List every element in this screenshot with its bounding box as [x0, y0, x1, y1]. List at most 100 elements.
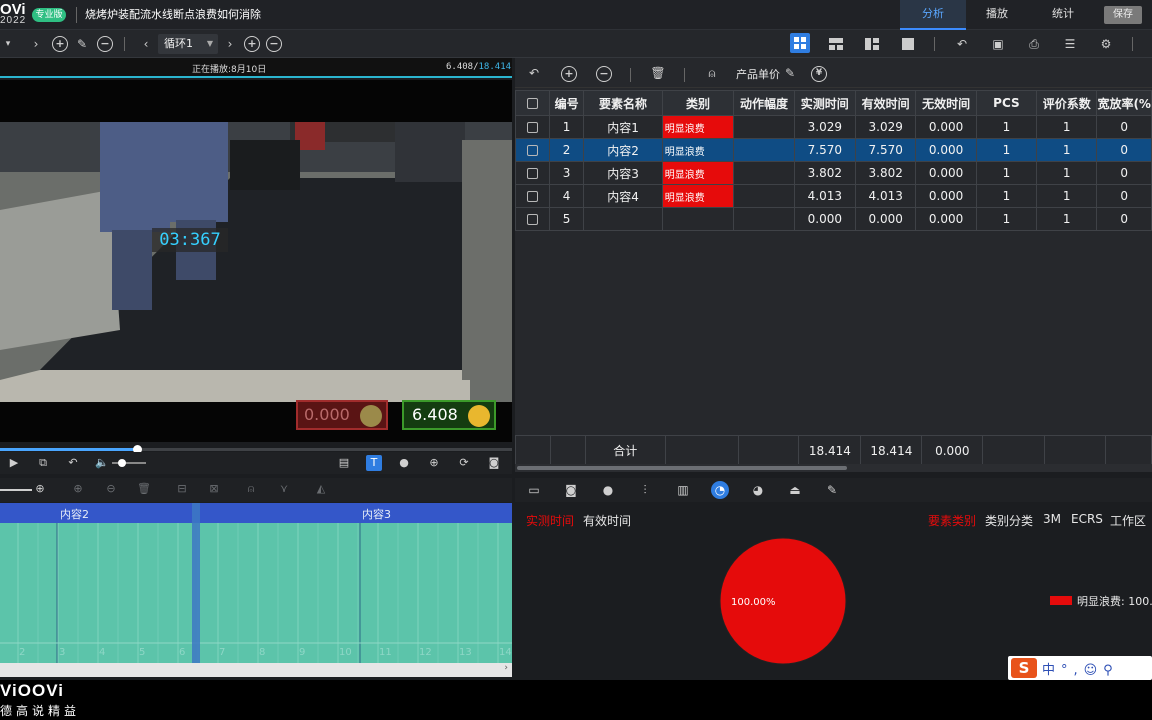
tab-stats[interactable]: 统计: [1030, 0, 1096, 30]
gear-icon[interactable]: ⚙: [1098, 36, 1114, 52]
cell-allow[interactable]: 0: [1096, 138, 1152, 162]
dropdown-caret-icon[interactable]: ▾: [0, 36, 16, 52]
cell-name[interactable]: 内容2: [583, 138, 663, 162]
cell-cat[interactable]: 明显浪费: [661, 161, 735, 185]
cell-allow[interactable]: 0: [1096, 184, 1152, 208]
select-all-checkbox[interactable]: [526, 98, 538, 109]
chevron-left-icon[interactable]: ‹: [138, 36, 154, 52]
cell-cat[interactable]: 明显浪费: [661, 184, 735, 208]
remove-loop-icon[interactable]: −: [266, 36, 282, 52]
timeline-segment-label[interactable]: 内容3: [362, 506, 391, 522]
camera-icon[interactable]: ◙: [486, 455, 502, 471]
cell-pcs[interactable]: 1: [975, 207, 1038, 231]
column-header[interactable]: 编号: [548, 90, 585, 116]
merge-icon[interactable]: ⋎: [276, 481, 292, 497]
cell-amp[interactable]: [733, 184, 795, 208]
currency-icon[interactable]: ¥: [811, 66, 827, 82]
column-header[interactable]: 要素名称: [583, 90, 663, 116]
microphone-icon[interactable]: ●: [396, 455, 412, 471]
text-mode-icon[interactable]: T: [366, 455, 382, 471]
cell-invalid[interactable]: 0.000: [915, 207, 977, 231]
ime-toolbar[interactable]: S 中°,☺⚲: [1008, 656, 1152, 680]
person-icon[interactable]: ⍝: [704, 65, 720, 81]
table-row[interactable]: 3 内容3 明显浪费 3.802 3.802 0.000 1 1 0: [515, 161, 1152, 185]
cell-name[interactable]: 内容1: [583, 115, 663, 139]
remove-circle-icon[interactable]: −: [97, 36, 113, 52]
cell-coef[interactable]: 1: [1036, 184, 1098, 208]
column-header[interactable]: PCS: [975, 90, 1038, 116]
microphone-icon[interactable]: ●: [599, 481, 617, 499]
row-checkbox[interactable]: [526, 168, 538, 179]
column-header[interactable]: 实测时间: [793, 90, 856, 116]
cell-cat[interactable]: [661, 207, 735, 231]
bar-chart-icon[interactable]: ▥: [674, 481, 692, 499]
cell-measured[interactable]: 0.000: [793, 207, 856, 231]
cell-no[interactable]: 3: [548, 161, 585, 185]
loop-select[interactable]: 循环1 ▼: [158, 34, 218, 54]
add-row-icon[interactable]: +: [561, 66, 577, 82]
cell-coef[interactable]: 1: [1036, 115, 1098, 139]
refresh-icon[interactable]: ⟳: [456, 455, 472, 471]
layout-grid-icon[interactable]: [790, 33, 810, 53]
print-icon[interactable]: ⎙: [1026, 36, 1042, 52]
timeline-segment-label[interactable]: 内容2: [60, 506, 89, 522]
row-checkbox-cell[interactable]: [515, 115, 550, 139]
row-checkbox[interactable]: [526, 214, 538, 225]
person-icon[interactable]: ⍝: [243, 481, 259, 497]
cell-pcs[interactable]: 1: [975, 184, 1038, 208]
add-circle-icon[interactable]: +: [52, 36, 68, 52]
cell-cat[interactable]: 明显浪费: [661, 138, 735, 162]
add-circle-icon[interactable]: ⊕: [70, 481, 86, 497]
cell-valid[interactable]: 3.029: [854, 115, 917, 139]
undo-icon[interactable]: ↶: [954, 36, 970, 52]
menu-icon[interactable]: ☰: [1062, 36, 1078, 52]
cell-invalid[interactable]: 0.000: [915, 184, 977, 208]
collapse-icon[interactable]: ⊟: [174, 481, 190, 497]
cell-name[interactable]: 内容3: [583, 161, 663, 185]
select-all-header[interactable]: [515, 90, 550, 116]
volume-icon[interactable]: 🔈: [94, 455, 110, 471]
cell-invalid[interactable]: 0.000: [915, 115, 977, 139]
cell-invalid[interactable]: 0.000: [915, 161, 977, 185]
cell-coef[interactable]: 1: [1036, 207, 1098, 231]
document-icon[interactable]: ▤: [336, 455, 352, 471]
remove-row-icon[interactable]: −: [596, 66, 612, 82]
cell-no[interactable]: 4: [548, 184, 585, 208]
remove-circle-icon[interactable]: ⊖: [103, 481, 119, 497]
row-checkbox-cell[interactable]: [515, 138, 550, 162]
column-header[interactable]: 动作幅度: [733, 90, 795, 116]
cell-invalid[interactable]: 0.000: [915, 138, 977, 162]
cell-pcs[interactable]: 1: [975, 161, 1038, 185]
tab-analysis[interactable]: 分析: [900, 0, 966, 30]
cell-allow[interactable]: 0: [1096, 115, 1152, 139]
row-checkbox[interactable]: [526, 191, 538, 202]
table-row[interactable]: 4 内容4 明显浪费 4.013 4.013 0.000 1 1 0: [515, 184, 1152, 208]
row-checkbox-cell[interactable]: [515, 161, 550, 185]
cell-coef[interactable]: 1: [1036, 138, 1098, 162]
timeline-zoom-slider[interactable]: [0, 489, 32, 491]
back-icon[interactable]: ↶: [65, 455, 81, 471]
cell-pcs[interactable]: 1: [975, 115, 1038, 139]
timeline-scrollbar[interactable]: ›: [0, 663, 512, 677]
cell-cat[interactable]: 明显浪费: [661, 115, 735, 139]
cell-measured[interactable]: 7.570: [793, 138, 856, 162]
close-box-icon[interactable]: ⊠: [206, 481, 222, 497]
layout-split-icon[interactable]: [828, 36, 844, 52]
product-price-label[interactable]: 产品单价: [736, 66, 780, 82]
column-header[interactable]: 类别: [661, 90, 735, 116]
chevron-right-icon[interactable]: ›: [504, 663, 508, 673]
cell-amp[interactable]: [733, 115, 795, 139]
save-button[interactable]: 保存: [1104, 6, 1142, 24]
column-header[interactable]: 无效时间: [915, 90, 977, 116]
cell-measured[interactable]: 4.013: [793, 184, 856, 208]
pencil-icon[interactable]: ✎: [782, 65, 798, 81]
play-icon[interactable]: ▶: [6, 455, 22, 471]
cell-allow[interactable]: 0: [1096, 207, 1152, 231]
cell-no[interactable]: 2: [548, 138, 585, 162]
trash-icon[interactable]: 🗑: [136, 481, 152, 497]
chevron-right-icon[interactable]: ›: [222, 36, 238, 52]
mirror-icon[interactable]: ◭: [313, 481, 329, 497]
volume-handle[interactable]: [118, 459, 126, 467]
cell-amp[interactable]: [733, 161, 795, 185]
row-checkbox-cell[interactable]: [515, 184, 550, 208]
